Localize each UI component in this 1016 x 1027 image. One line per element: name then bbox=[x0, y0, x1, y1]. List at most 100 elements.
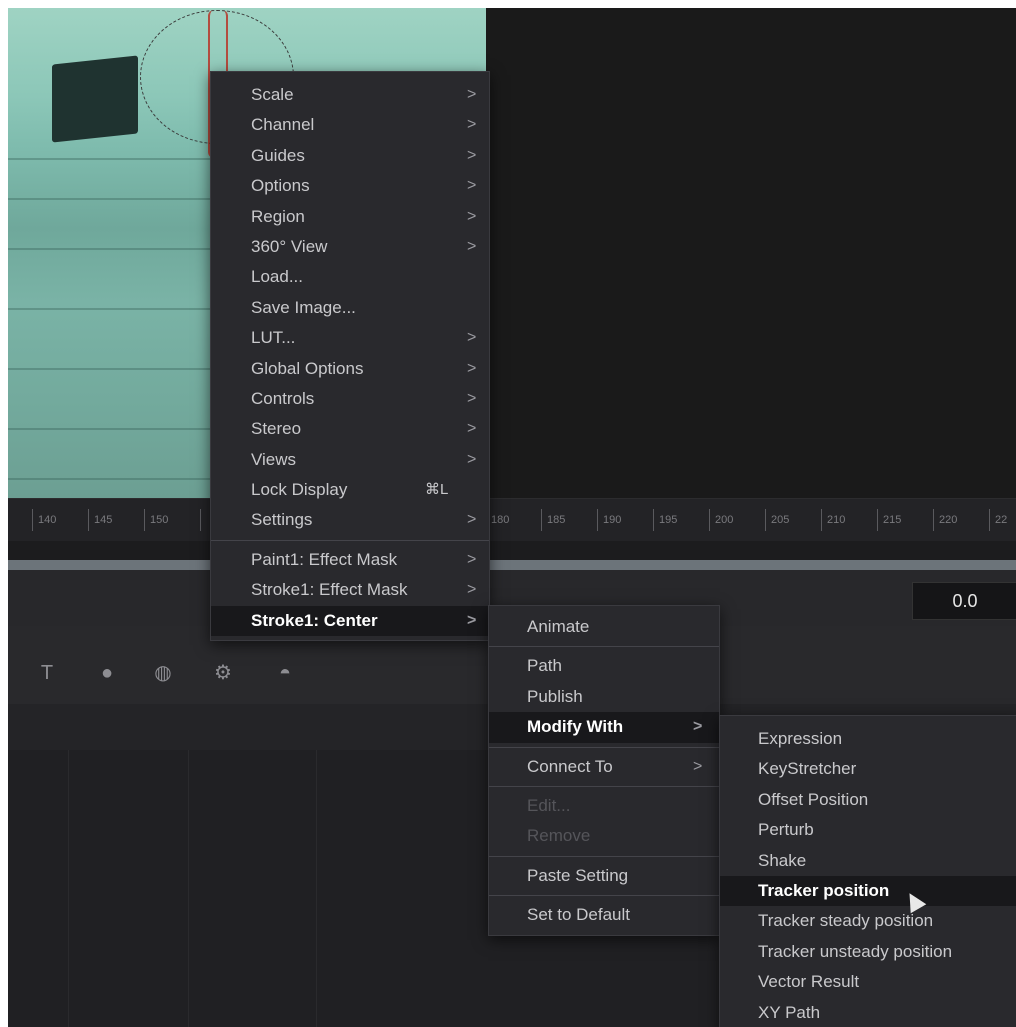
menu-separator bbox=[489, 746, 719, 748]
text-tool-icon[interactable]: T bbox=[32, 660, 62, 686]
menu-item-label: Vector Result bbox=[758, 972, 860, 992]
menu-item-xy-path[interactable]: XY Path bbox=[720, 998, 1016, 1027]
chevron-right-icon: > bbox=[467, 450, 477, 468]
menu-item-label: Lock Display bbox=[251, 480, 348, 500]
menu-item-scale[interactable]: Scale > bbox=[211, 80, 489, 110]
ruler-tick: 210 bbox=[821, 509, 845, 531]
menu-item-label: Paint1: Effect Mask bbox=[251, 549, 398, 569]
menu-item-label: Shake bbox=[758, 850, 807, 870]
menu-item-tracker-steady-position[interactable]: Tracker steady position bbox=[720, 906, 1016, 936]
mask-tool-icon[interactable]: ◍ bbox=[148, 660, 178, 686]
menu-item-label: LUT... bbox=[251, 328, 296, 348]
menu-item-label: Views bbox=[251, 449, 297, 469]
menu-item-label: Save Image... bbox=[251, 297, 356, 317]
menu-item-label: Perturb bbox=[758, 820, 814, 840]
menu-item-views[interactable]: Views > bbox=[211, 445, 489, 475]
viewer-context-menu: Scale > Channel > Guides > Options > Region >… bbox=[210, 71, 490, 642]
chevron-right-icon: > bbox=[467, 581, 477, 599]
paint-tool-icon[interactable]: ● bbox=[92, 660, 122, 686]
panel-splitter[interactable] bbox=[8, 560, 1016, 570]
chevron-right-icon: > bbox=[467, 146, 477, 164]
menu-item-paste-setting[interactable]: Paste Setting bbox=[489, 861, 719, 891]
menu-item-label: Load... bbox=[251, 267, 303, 287]
ruler-tick: 190 bbox=[597, 509, 621, 531]
menu-item-label: Tracker unsteady position bbox=[758, 941, 953, 961]
menu-item-modify-with[interactable]: Modify With > bbox=[489, 712, 719, 743]
menu-item-label: Channel bbox=[251, 115, 315, 135]
menu-item-load[interactable]: Load... bbox=[211, 262, 489, 292]
ruler-tick: 150 bbox=[144, 509, 168, 531]
menu-item-lock-display[interactable]: Lock Display ⌘L bbox=[211, 475, 489, 505]
menu-item-label: Controls bbox=[251, 388, 315, 408]
menu-item-tracker-position[interactable]: Tracker position bbox=[720, 875, 1016, 907]
menu-item-save-image[interactable]: Save Image... bbox=[211, 293, 489, 323]
menu-item-guides[interactable]: Guides > bbox=[211, 141, 489, 171]
grid-line bbox=[188, 750, 189, 1027]
menu-item-edit: Edit... bbox=[489, 791, 719, 821]
menu-item-label: KeyStretcher bbox=[758, 759, 857, 779]
app-window: 140 145 150 180 185 190 195 200 205 210 … bbox=[8, 8, 1016, 1027]
flag-object bbox=[52, 55, 138, 143]
menu-item-label: Stereo bbox=[251, 419, 302, 439]
menu-item-settings[interactable]: Settings > bbox=[211, 505, 489, 535]
chevron-right-icon: > bbox=[467, 177, 477, 195]
menu-item-label: Region bbox=[251, 206, 305, 226]
menu-item-label: Edit... bbox=[527, 795, 571, 815]
time-value-field[interactable]: 0.0 bbox=[912, 582, 1016, 620]
menu-item-path[interactable]: Path bbox=[489, 651, 719, 681]
menu-item-controls[interactable]: Controls > bbox=[211, 384, 489, 414]
menu-item-perturb[interactable]: Perturb bbox=[720, 815, 1016, 845]
menu-item-keystretcher[interactable]: KeyStretcher bbox=[720, 754, 1016, 784]
shape3d-tool-icon[interactable]: ◓ bbox=[270, 660, 300, 686]
menu-item-stroke1-center[interactable]: Stroke1: Center > bbox=[211, 605, 489, 637]
ruler-tick: 220 bbox=[933, 509, 957, 531]
menu-item-label: Expression bbox=[758, 729, 843, 748]
chevron-right-icon: > bbox=[467, 511, 477, 529]
chevron-right-icon: > bbox=[467, 420, 477, 438]
menu-item-expression[interactable]: Expression bbox=[720, 724, 1016, 754]
menu-separator bbox=[489, 855, 719, 857]
menu-item-label: Tracker position bbox=[758, 880, 890, 900]
menu-item-label: Tracker steady position bbox=[758, 911, 934, 931]
ruler-tick: 200 bbox=[709, 509, 733, 531]
chevron-right-icon: > bbox=[467, 86, 477, 103]
menu-item-label: Guides bbox=[251, 145, 305, 165]
menu-item-label: Modify With bbox=[527, 717, 624, 737]
grid-line bbox=[316, 750, 317, 1027]
menu-item-tracker-unsteady-position[interactable]: Tracker unsteady position bbox=[720, 937, 1016, 967]
menu-item-channel[interactable]: Channel > bbox=[211, 110, 489, 140]
menu-item-vector-result[interactable]: Vector Result bbox=[720, 967, 1016, 997]
menu-item-lut[interactable]: LUT... > bbox=[211, 323, 489, 353]
menu-item-publish[interactable]: Publish bbox=[489, 682, 719, 712]
menu-item-label: Global Options bbox=[251, 358, 364, 378]
chevron-right-icon: > bbox=[467, 550, 477, 568]
menu-item-shake[interactable]: Shake bbox=[720, 846, 1016, 876]
menu-item-label: XY Path bbox=[758, 1002, 821, 1022]
menu-item-connect-to[interactable]: Connect To > bbox=[489, 752, 719, 782]
menu-item-options[interactable]: Options > bbox=[211, 171, 489, 201]
timeline-ruler[interactable]: 140 145 150 180 185 190 195 200 205 210 … bbox=[8, 498, 1016, 541]
chevron-right-icon: > bbox=[467, 611, 477, 629]
ruler-tick: 215 bbox=[877, 509, 901, 531]
menu-item-stereo[interactable]: Stereo > bbox=[211, 414, 489, 444]
menu-item-offset-position[interactable]: Offset Position bbox=[720, 785, 1016, 815]
menu-item-remove: Remove bbox=[489, 821, 719, 851]
menu-item-set-to-default[interactable]: Set to Default bbox=[489, 900, 719, 930]
chevron-right-icon: > bbox=[467, 207, 477, 225]
menu-separator bbox=[211, 539, 489, 541]
particle-tool-icon[interactable]: ⚙ bbox=[208, 660, 238, 686]
ruler-tick: 145 bbox=[88, 509, 112, 531]
menu-item-global-options[interactable]: Global Options > bbox=[211, 354, 489, 384]
chevron-right-icon: > bbox=[693, 757, 703, 775]
stroke1-center-submenu: Animate Path Publish Modify With > Connec… bbox=[488, 605, 720, 936]
menu-item-paint1-effect-mask[interactable]: Paint1: Effect Mask > bbox=[211, 545, 489, 575]
menu-item-label: Settings bbox=[251, 510, 313, 530]
menu-item-stroke1-effect-mask[interactable]: Stroke1: Effect Mask > bbox=[211, 575, 489, 605]
menu-item-label: Remove bbox=[527, 826, 591, 846]
shortcut-label: ⌘L bbox=[425, 481, 449, 499]
menu-item-region[interactable]: Region > bbox=[211, 202, 489, 232]
menu-item-animate[interactable]: Animate bbox=[489, 612, 719, 642]
menu-item-label: Paste Setting bbox=[527, 865, 629, 885]
menu-item-label: Scale bbox=[251, 85, 294, 104]
menu-item-360-view[interactable]: 360° View > bbox=[211, 232, 489, 262]
